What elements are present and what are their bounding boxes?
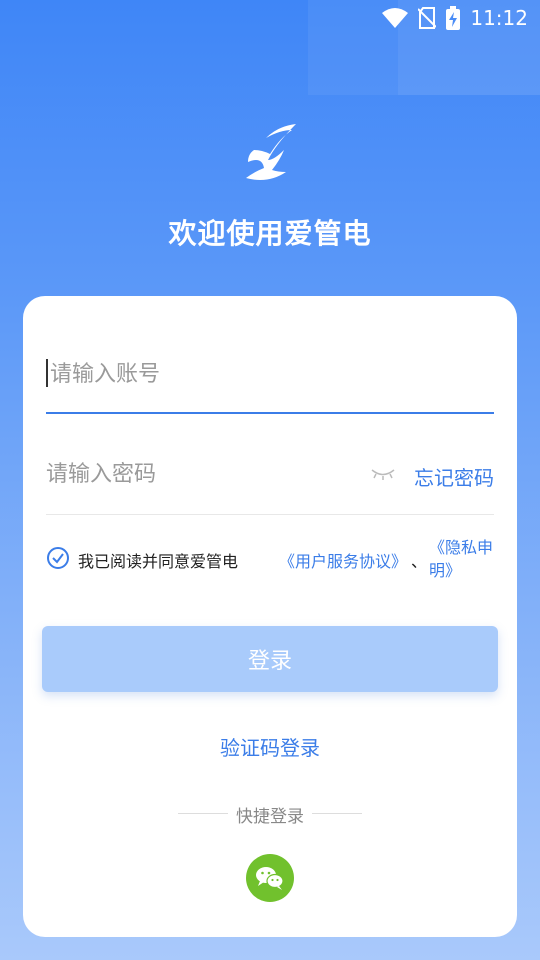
login-card: 忘记密码 我已阅读并同意爱管电 《用户服务协议》 、 《隐私申明》 登录 验证码… (23, 296, 517, 937)
agreement-text: 我已阅读并同意爱管电 (78, 552, 239, 571)
account-input[interactable] (46, 346, 366, 402)
quick-login-label: 快捷登录 (236, 807, 304, 827)
sms-login-link[interactable]: 验证码登录 (23, 732, 517, 761)
privacy-policy-link[interactable]: 《隐私申明》 (429, 536, 509, 582)
status-bar: 11:12 (0, 0, 540, 36)
battery-charging-icon (446, 6, 461, 30)
status-time: 11:12 (470, 6, 528, 30)
divider-line (178, 813, 228, 814)
password-input[interactable] (46, 446, 366, 502)
user-agreement-link[interactable]: 《用户服务协议》 (279, 548, 407, 572)
wifi-icon (382, 8, 409, 28)
account-field (46, 346, 494, 414)
login-button[interactable]: 登录 (42, 626, 498, 692)
wechat-login-button[interactable] (246, 854, 294, 902)
password-field: 忘记密码 (46, 446, 494, 515)
divider-line (312, 813, 362, 814)
quick-login-divider: 快捷登录 (23, 802, 517, 827)
agreement-checkbox[interactable] (46, 546, 70, 574)
agreement-separator: 、 (411, 552, 428, 571)
agreement-row: 我已阅读并同意爱管电 《用户服务协议》 、 《隐私申明》 (46, 538, 496, 590)
no-sim-icon (418, 7, 437, 29)
app-logo-icon (240, 120, 300, 184)
page-title: 欢迎使用爱管电 (168, 217, 372, 250)
wechat-icon (256, 867, 284, 890)
text-cursor (46, 359, 48, 387)
forgot-password-link[interactable]: 忘记密码 (414, 462, 494, 491)
eye-closed-icon[interactable] (370, 466, 396, 485)
